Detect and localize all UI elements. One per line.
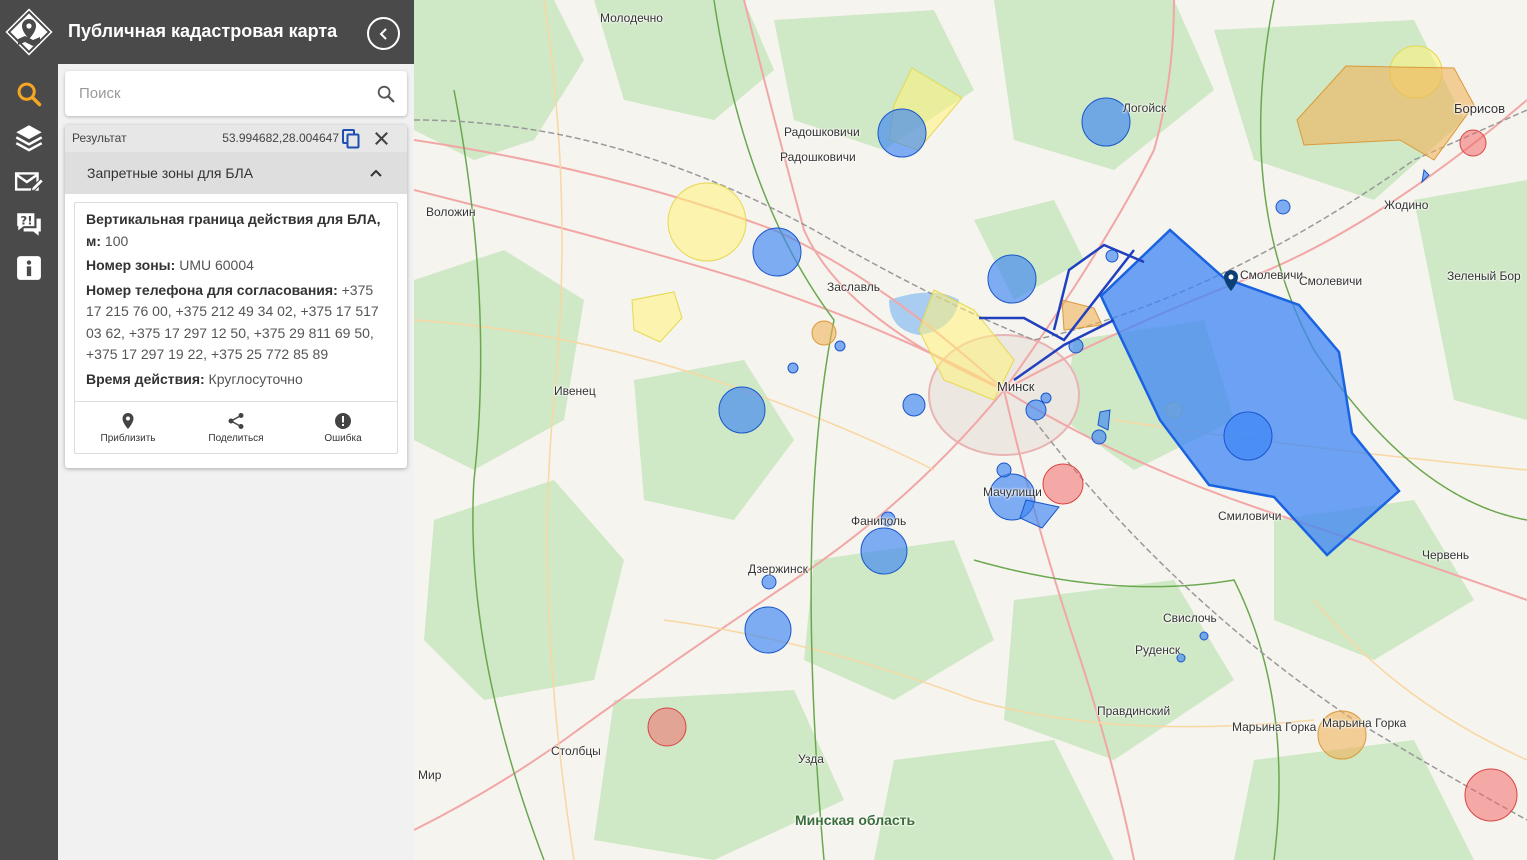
rail-faq-button[interactable]: ?! [9, 206, 49, 242]
place-label: Правдинский [1097, 704, 1171, 718]
error-icon [335, 413, 351, 429]
place-label: Зеленый Бор [1447, 269, 1521, 283]
place-label: Червень [1422, 548, 1470, 562]
zoom-label: Приблизить [100, 433, 156, 444]
copy-icon[interactable] [341, 128, 361, 150]
app-title: Публичная кадастровая карта [68, 21, 338, 41]
error-label: Ошибка [324, 433, 362, 444]
place-label: Заславль [827, 280, 880, 294]
place-label: Смолевичи [1299, 274, 1363, 288]
result-label: Результат [72, 131, 127, 145]
place-label: Логойск [1123, 101, 1167, 115]
place-label: Радошковичи [780, 150, 856, 164]
header-bar: Публичная кадастровая карта [58, 0, 414, 64]
svg-text:?!: ?! [20, 214, 32, 228]
place-label: Марьина Горка [1232, 720, 1317, 734]
map-canvas[interactable] [414, 0, 1527, 860]
place-label: Радошковичи [784, 125, 860, 139]
region-label: Минская область [795, 812, 916, 828]
mail-edit-icon [14, 172, 44, 192]
result-actions: Приблизить Поделиться Ошибка [75, 401, 397, 454]
time-label: Время действия: [86, 370, 205, 387]
vertical-limit-value: 100 [104, 232, 129, 249]
chevron-left-icon [379, 27, 387, 40]
location-pin-icon [122, 413, 134, 429]
app-root: ?! Публичная кадастровая карта Поиск Рез… [0, 0, 1527, 860]
place-label: Столбцы [551, 744, 601, 758]
zone-info: Вертикальная граница действия для БЛА, м… [74, 202, 398, 454]
app-logo[interactable] [0, 0, 58, 64]
place-label: Мир [418, 768, 442, 782]
place-label: Смолевичи [1240, 268, 1304, 282]
place-label: Свислочь [1163, 611, 1217, 625]
search-icon[interactable] [375, 83, 397, 105]
place-label: Мачулищи [983, 485, 1042, 499]
place-label: Ивенец [554, 384, 596, 398]
category-label: Запретные зоны для БЛА [87, 165, 254, 181]
collapse-panel-button[interactable] [367, 17, 400, 50]
place-label: Фаниполь [851, 514, 907, 528]
info-icon [17, 256, 41, 280]
rail-feedback-button[interactable] [9, 164, 49, 200]
map-view[interactable]: Молодечно Радошковичи Радошковичи Логойс… [414, 0, 1527, 860]
place-label: Борисов [1454, 101, 1506, 116]
zone-number-row: Номер зоны: UMU 60004 [86, 255, 390, 277]
place-label: Руденск [1135, 643, 1181, 657]
report-error-button[interactable]: Ошибка [298, 412, 388, 448]
zone-number-label: Номер зоны: [86, 257, 176, 273]
place-label: Жодино [1384, 198, 1429, 212]
side-panel: Результат 53.994682,28.004647 Запретные … [58, 64, 414, 860]
place-label: Воложин [426, 205, 476, 219]
chevron-up-icon [370, 169, 382, 177]
place-label: Узда [798, 752, 824, 766]
rail-search-button[interactable] [9, 76, 49, 112]
category-accordion-header[interactable]: Запретные зоны для БЛА [65, 152, 407, 194]
share-label: Поделиться [208, 433, 264, 444]
place-label: Смиловичи [1218, 509, 1282, 523]
icon-rail: ?! [0, 0, 58, 860]
search-input[interactable] [65, 71, 365, 116]
share-icon [228, 413, 244, 429]
result-card: Результат 53.994682,28.004647 Запретные … [65, 125, 407, 468]
result-coords: 53.994682,28.004647 [222, 131, 339, 145]
place-label: Дзержинск [748, 562, 808, 576]
zone-number-value: UMU 60004 [179, 257, 254, 273]
zone-circle-inside[interactable] [1223, 411, 1273, 461]
close-icon[interactable] [372, 129, 391, 148]
phone-row: Номер телефона для согласования: +375 17… [86, 280, 390, 366]
share-button[interactable]: Поделиться [191, 412, 281, 448]
search-box [65, 71, 407, 116]
phone-label: Номер телефона для согласования: [86, 281, 338, 298]
result-header: Результат 53.994682,28.004647 [65, 125, 407, 152]
search-icon [17, 82, 42, 107]
zoom-button[interactable]: Приблизить [83, 412, 173, 448]
time-value: Круглосуточно [208, 370, 303, 387]
vertical-limit-row: Вертикальная граница действия для БЛА, м… [86, 209, 390, 252]
time-row: Время действия: Круглосуточно [86, 369, 390, 391]
rail-info-button[interactable] [9, 250, 49, 286]
vertical-limit-label: Вертикальная граница действия для БЛА, м… [86, 211, 381, 249]
place-label: Минск [997, 379, 1035, 394]
place-label: Марьина Горка [1322, 716, 1407, 730]
rail-layers-button[interactable] [9, 120, 49, 156]
place-label: Молодечно [600, 11, 663, 25]
question-chat-icon: ?! [17, 213, 41, 236]
layers-icon [15, 125, 43, 152]
map-pin-logo-icon [2, 5, 56, 59]
